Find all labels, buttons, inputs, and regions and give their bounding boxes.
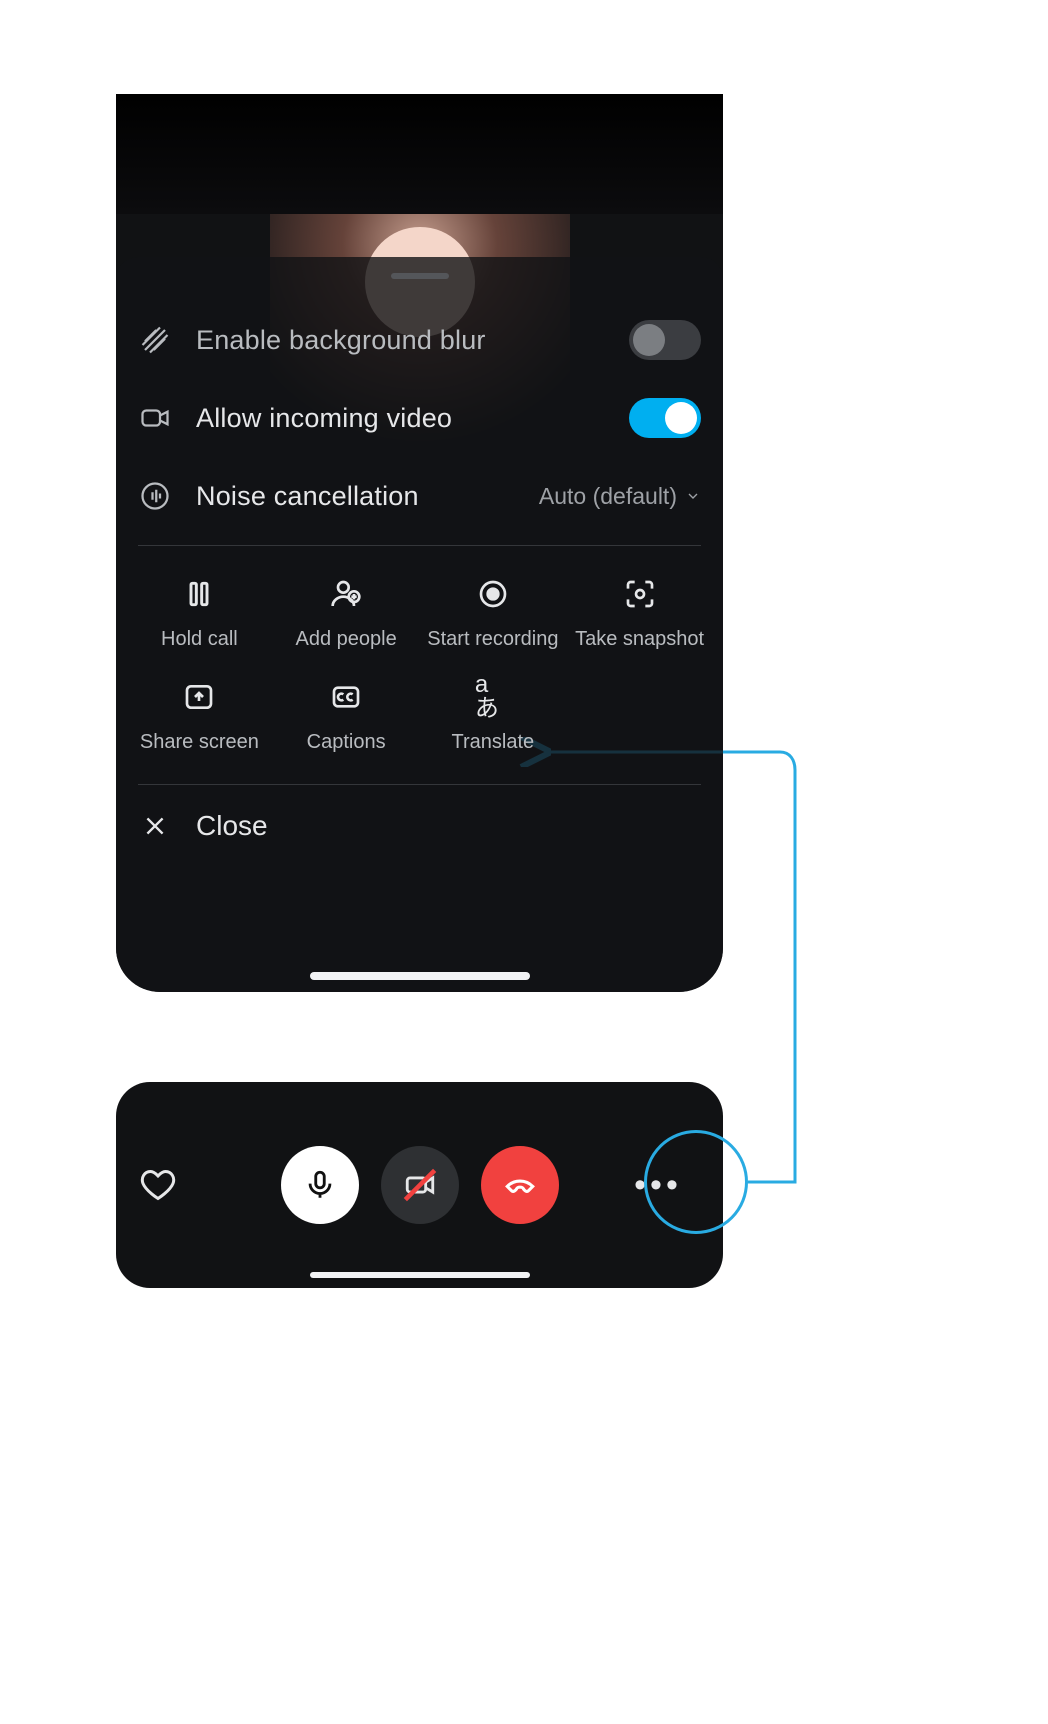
home-indicator (310, 1272, 530, 1278)
call-more-menu-screen: Enable background blur Allow incoming vi… (116, 94, 723, 992)
action-label: Share screen (140, 731, 259, 754)
audio-icon (138, 479, 172, 513)
toggle-blur[interactable] (629, 320, 701, 360)
setting-label-incoming-video: Allow incoming video (196, 403, 629, 434)
action-label: Captions (307, 731, 386, 754)
action-start-recording[interactable]: Start recording (420, 576, 567, 651)
heart-icon (140, 1167, 176, 1203)
action-label: Take snapshot (575, 628, 704, 651)
action-captions[interactable]: Captions (273, 679, 420, 754)
more-options-button[interactable]: ••• (619, 1146, 697, 1224)
pause-icon (181, 576, 217, 612)
blur-icon (138, 323, 172, 357)
call-controls (281, 1146, 559, 1224)
translate-icon: aあ (475, 679, 511, 715)
action-label: Hold call (161, 628, 238, 651)
action-share-screen[interactable]: Share screen (126, 679, 273, 754)
setting-row-noise[interactable]: Noise cancellation Auto (default) (116, 457, 723, 535)
call-controls-bar: ••• (116, 1082, 723, 1288)
toggle-knob (633, 324, 665, 356)
more-icon: ••• (634, 1168, 682, 1202)
toggle-knob (665, 402, 697, 434)
chevron-down-icon (685, 488, 701, 504)
video-icon (138, 401, 172, 435)
microphone-icon (303, 1168, 337, 1202)
record-icon (475, 576, 511, 612)
action-label: Translate (452, 731, 535, 754)
action-add-people[interactable]: Add people (273, 576, 420, 651)
home-indicator (310, 972, 530, 980)
action-grid: Hold call Add people (116, 546, 723, 764)
captions-icon (328, 679, 364, 715)
close-label: Close (196, 810, 268, 842)
setting-label-blur: Enable background blur (196, 325, 629, 356)
more-actions-sheet: Enable background blur Allow incoming vi… (116, 257, 723, 992)
action-translate[interactable]: aあ Translate (420, 679, 567, 754)
mute-button[interactable] (281, 1146, 359, 1224)
action-label: Start recording (427, 628, 558, 651)
settings-list: Enable background blur Allow incoming vi… (116, 301, 723, 535)
toggle-incoming-video[interactable] (629, 398, 701, 438)
slash-icon (398, 1163, 442, 1207)
setting-row-incoming-video[interactable]: Allow incoming video (116, 379, 723, 457)
setting-label-noise: Noise cancellation (196, 481, 539, 512)
action-label: Add people (296, 628, 397, 651)
hangup-icon (503, 1168, 537, 1202)
camera-button[interactable] (381, 1146, 459, 1224)
top-gradient (116, 94, 723, 214)
snapshot-icon (622, 576, 658, 612)
add-person-icon (328, 576, 364, 612)
close-icon (138, 809, 172, 843)
close-button[interactable]: Close (116, 785, 723, 867)
share-screen-icon (181, 679, 217, 715)
hangup-button[interactable] (481, 1146, 559, 1224)
action-take-snapshot[interactable]: Take snapshot (566, 576, 713, 651)
noise-cancellation-value: Auto (default) (539, 483, 677, 510)
action-hold-call[interactable]: Hold call (126, 576, 273, 651)
reaction-button[interactable] (136, 1163, 180, 1207)
noise-cancellation-dropdown[interactable]: Auto (default) (539, 483, 701, 510)
sheet-grabber[interactable] (391, 273, 449, 279)
setting-row-blur[interactable]: Enable background blur (116, 301, 723, 379)
